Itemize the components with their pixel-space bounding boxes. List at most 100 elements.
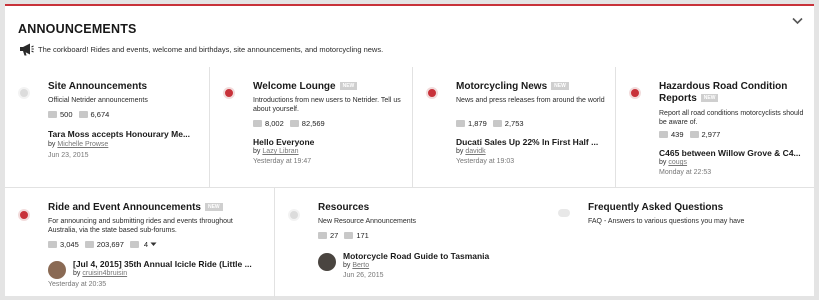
node-description: Official Netrider announcements	[48, 97, 148, 104]
latest-thread-title[interactable]: Hello Everyone	[253, 137, 314, 147]
new-badge: NEW	[339, 82, 358, 90]
node-motorcycling-news: Motorcycling News NEW News and press rele…	[413, 67, 616, 188]
thread-count: 439	[671, 130, 684, 139]
node-title: Motorcycling News NEW	[456, 81, 569, 93]
node-site-announcements: Site Announcements Official Netrider ann…	[5, 67, 210, 188]
latest-thread-date: Jun 26, 2015	[343, 272, 384, 279]
node-title: Hazardous Road Condition Reports NEW	[659, 81, 787, 105]
node-title-link[interactable]: Motorcycling News	[456, 81, 547, 92]
node-ride-and-event-announcements: Ride and Event Announcements NEW For anno…	[5, 188, 275, 298]
node-description: Report all road conditions motorcyclists…	[659, 110, 804, 126]
discussions-icon	[318, 232, 327, 239]
chevron-down-icon[interactable]	[150, 242, 157, 247]
node-description: New Resource Announcements	[318, 218, 417, 225]
thread-count: 1,879	[468, 119, 487, 128]
node-title-link[interactable]: Hazardous Road Condition	[659, 81, 787, 92]
subforum-count[interactable]: 4	[144, 240, 148, 249]
latest-thread-author: by cruisin4bruisin	[73, 270, 127, 277]
node-resources: Resources New Resource Announcements 27 …	[275, 188, 545, 298]
node-title: Ride and Event Announcements NEW	[48, 202, 223, 214]
latest-thread-title[interactable]: [Jul 4, 2015] 35th Annual Icicle Ride (L…	[73, 259, 252, 269]
messages-icon	[84, 241, 94, 248]
latest-thread-author: by cougs	[659, 159, 687, 166]
megaphone-icon	[20, 43, 34, 55]
author-link[interactable]: cougs	[668, 159, 687, 166]
message-count: 2,753	[504, 119, 524, 128]
author-link[interactable]: Lazy Libran	[262, 148, 298, 155]
node-status-icon	[629, 87, 641, 99]
thread-count: 8,002	[265, 119, 284, 128]
messages-icon	[78, 111, 88, 118]
latest-thread-author: by Berto	[343, 262, 369, 269]
discussions-icon	[48, 241, 57, 248]
node-frequently-asked-questions: Frequently Asked Questions FAQ - Answers…	[545, 188, 814, 298]
latest-thread-title[interactable]: Ducati Sales Up 22% In First Half ...	[456, 137, 598, 147]
node-welcome-lounge: Welcome Lounge NEW Introductions from new…	[210, 67, 413, 188]
latest-thread-title[interactable]: C465 between Willow Grove & C4...	[659, 148, 801, 158]
messages-icon	[289, 120, 299, 127]
latest-thread-title[interactable]: Tara Moss accepts Honourary Me...	[48, 129, 190, 139]
category-description: The corkboard! Rides and events, welcome…	[38, 44, 384, 54]
thread-count: 500	[60, 110, 73, 119]
node-status-icon	[18, 209, 30, 221]
author-link[interactable]: Berto	[352, 262, 369, 269]
by-label: by	[456, 148, 464, 155]
thread-count: 3,045	[60, 240, 79, 249]
latest-thread-date: Yesterday at 19:47	[253, 158, 312, 165]
latest-thread-date: Jun 23, 2015	[48, 152, 89, 159]
discussions-icon	[48, 111, 57, 118]
avatar[interactable]	[318, 253, 336, 271]
node-stats: 1,879 2,753	[456, 119, 530, 128]
node-hazardous-road-condition-reports: Hazardous Road Condition Reports NEW Repo…	[616, 67, 814, 188]
category-description-row: The corkboard! Rides and events, welcome…	[19, 42, 383, 56]
latest-thread-author: by Michelle Prowse	[48, 141, 108, 148]
node-status-icon	[426, 87, 438, 99]
author-link[interactable]: cruisin4bruisin	[82, 270, 127, 277]
category-title[interactable]: ANNOUNCEMENTS	[18, 22, 137, 36]
node-stats: 439 2,977	[659, 130, 726, 139]
messages-icon	[492, 120, 502, 127]
by-label: by	[48, 141, 56, 148]
avatar[interactable]	[48, 261, 66, 279]
new-badge: NEW	[551, 82, 569, 90]
category-header: ANNOUNCEMENTS The corkboard! Rides and e…	[5, 6, 814, 67]
node-title-link[interactable]: Ride and Event Announcements	[48, 202, 201, 213]
node-title[interactable]: Site Announcements	[48, 81, 147, 93]
latest-thread-date: Yesterday at 20:35	[48, 281, 107, 288]
new-badge: NEW	[204, 203, 223, 211]
messages-icon	[344, 232, 354, 239]
chevron-down-icon[interactable]	[792, 17, 803, 25]
node-title-link-line2[interactable]: Reports	[659, 93, 697, 104]
node-status-icon	[223, 87, 235, 99]
message-count: 6,674	[90, 110, 110, 119]
latest-thread-author: by davidk	[456, 148, 486, 155]
latest-thread-author: by Lazy Libran	[253, 148, 299, 155]
message-count: 203,697	[96, 240, 124, 249]
by-label: by	[73, 270, 81, 277]
node-stats: 3,045 203,697 4	[48, 240, 157, 249]
node-status-icon	[288, 209, 300, 221]
category-panel: ANNOUNCEMENTS The corkboard! Rides and e…	[5, 4, 814, 298]
by-label: by	[343, 262, 351, 269]
messages-icon	[689, 131, 699, 138]
discussions-icon	[456, 120, 465, 127]
node-description: Introductions from new users to Netrider…	[253, 97, 401, 113]
node-title[interactable]: Frequently Asked Questions	[588, 202, 723, 214]
by-label: by	[659, 159, 667, 166]
message-count: 171	[356, 231, 369, 240]
node-title-link[interactable]: Welcome Lounge	[253, 81, 336, 92]
message-count: 82,569	[301, 119, 325, 128]
subforums-icon	[129, 241, 139, 248]
author-link[interactable]: Michelle Prowse	[57, 141, 108, 148]
node-stats: 500 6,674	[48, 110, 115, 119]
author-link[interactable]: davidk	[465, 148, 485, 155]
node-stats: 8,002 82,569	[253, 119, 331, 128]
by-label: by	[253, 148, 261, 155]
message-count: 2,977	[701, 130, 721, 139]
node-description: News and press releases from around the …	[456, 97, 605, 104]
latest-thread-title[interactable]: Motorcycle Road Guide to Tasmania	[343, 251, 489, 261]
node-title[interactable]: Resources	[318, 202, 369, 214]
discussions-icon	[659, 131, 668, 138]
node-description: FAQ - Answers to various questions you m…	[588, 218, 745, 225]
node-status-icon	[18, 87, 30, 99]
